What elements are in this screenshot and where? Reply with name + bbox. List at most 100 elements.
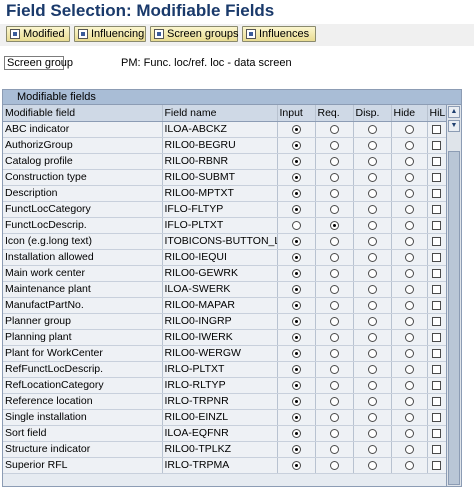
req-radio[interactable] — [329, 172, 339, 182]
hili-checkbox[interactable] — [432, 396, 441, 406]
hili-checkbox[interactable] — [432, 428, 441, 438]
hide-radio[interactable] — [404, 236, 414, 246]
hide-radio[interactable] — [404, 284, 414, 294]
hili-checkbox[interactable] — [432, 204, 441, 214]
input-radio[interactable] — [291, 444, 301, 454]
hili-checkbox[interactable] — [432, 444, 441, 454]
disp-radio[interactable] — [367, 380, 377, 390]
req-radio[interactable] — [329, 380, 339, 390]
hide-radio[interactable] — [404, 204, 414, 214]
influences-button[interactable]: Influences — [242, 26, 316, 42]
input-radio[interactable] — [291, 332, 301, 342]
hili-checkbox[interactable] — [432, 412, 441, 422]
req-radio[interactable] — [329, 236, 339, 246]
hili-checkbox[interactable] — [432, 300, 441, 310]
scroll-thumb[interactable] — [448, 151, 460, 485]
input-radio[interactable] — [291, 348, 301, 358]
disp-radio[interactable] — [367, 172, 377, 182]
input-radio[interactable] — [291, 188, 301, 198]
disp-radio[interactable] — [367, 412, 377, 422]
input-radio[interactable] — [291, 412, 301, 422]
scroll-down-icon[interactable]: ▼ — [448, 120, 460, 132]
disp-radio[interactable] — [367, 268, 377, 278]
hide-radio[interactable] — [404, 364, 414, 374]
input-radio[interactable] — [291, 140, 301, 150]
disp-radio[interactable] — [367, 316, 377, 326]
disp-radio[interactable] — [367, 364, 377, 374]
req-radio[interactable] — [329, 444, 339, 454]
req-radio[interactable] — [329, 188, 339, 198]
hide-radio[interactable] — [404, 268, 414, 278]
hide-radio[interactable] — [404, 348, 414, 358]
disp-radio[interactable] — [367, 188, 377, 198]
hide-radio[interactable] — [404, 156, 414, 166]
req-radio[interactable] — [329, 396, 339, 406]
hide-radio[interactable] — [404, 428, 414, 438]
req-radio[interactable] — [329, 140, 339, 150]
hide-radio[interactable] — [404, 124, 414, 134]
input-radio[interactable] — [291, 204, 301, 214]
input-radio[interactable] — [291, 316, 301, 326]
disp-radio[interactable] — [367, 460, 377, 470]
hide-radio[interactable] — [404, 220, 414, 230]
hide-radio[interactable] — [404, 188, 414, 198]
input-radio[interactable] — [291, 300, 301, 310]
disp-radio[interactable] — [367, 140, 377, 150]
hili-checkbox[interactable] — [432, 172, 441, 182]
modified-button[interactable]: Modified — [6, 26, 70, 42]
scroll-up-icon[interactable]: ▲ — [448, 106, 460, 118]
hili-checkbox[interactable] — [432, 332, 441, 342]
req-radio[interactable] — [329, 204, 339, 214]
hili-checkbox[interactable] — [432, 348, 441, 358]
req-radio[interactable] — [329, 332, 339, 342]
col-input[interactable]: Input — [277, 105, 316, 122]
disp-radio[interactable] — [367, 204, 377, 214]
input-radio[interactable] — [291, 124, 301, 134]
hili-checkbox[interactable] — [432, 236, 441, 246]
disp-radio[interactable] — [367, 444, 377, 454]
input-radio[interactable] — [291, 284, 301, 294]
req-radio[interactable] — [329, 460, 339, 470]
req-radio[interactable] — [329, 412, 339, 422]
hili-checkbox[interactable] — [432, 124, 441, 134]
hili-checkbox[interactable] — [432, 268, 441, 278]
hide-radio[interactable] — [404, 460, 414, 470]
hide-radio[interactable] — [404, 412, 414, 422]
disp-radio[interactable] — [367, 284, 377, 294]
input-radio[interactable] — [291, 380, 301, 390]
hili-checkbox[interactable] — [432, 156, 441, 166]
hide-radio[interactable] — [404, 172, 414, 182]
req-radio[interactable] — [329, 284, 339, 294]
input-radio[interactable] — [291, 428, 301, 438]
req-radio[interactable] — [329, 220, 339, 230]
hili-checkbox[interactable] — [432, 364, 441, 374]
col-disp[interactable]: Disp. — [353, 105, 392, 122]
req-radio[interactable] — [329, 124, 339, 134]
input-radio[interactable] — [291, 396, 301, 406]
hili-checkbox[interactable] — [432, 188, 441, 198]
hide-radio[interactable] — [404, 316, 414, 326]
screen-groups-button[interactable]: Screen groups — [150, 26, 239, 42]
col-hide[interactable]: Hide — [391, 105, 428, 122]
col-field-name[interactable]: Field name — [162, 105, 278, 122]
disp-radio[interactable] — [367, 252, 377, 262]
req-radio[interactable] — [329, 428, 339, 438]
hide-radio[interactable] — [404, 140, 414, 150]
input-radio[interactable] — [291, 252, 301, 262]
req-radio[interactable] — [329, 156, 339, 166]
disp-radio[interactable] — [367, 428, 377, 438]
req-radio[interactable] — [329, 316, 339, 326]
col-req[interactable]: Req. — [315, 105, 354, 122]
input-radio[interactable] — [291, 220, 301, 230]
hide-radio[interactable] — [404, 300, 414, 310]
hide-radio[interactable] — [404, 332, 414, 342]
disp-radio[interactable] — [367, 124, 377, 134]
req-radio[interactable] — [329, 252, 339, 262]
hili-checkbox[interactable] — [432, 460, 441, 470]
req-radio[interactable] — [329, 348, 339, 358]
hili-checkbox[interactable] — [432, 220, 441, 230]
col-modifiable-field[interactable]: Modifiable field — [3, 105, 163, 122]
req-radio[interactable] — [329, 268, 339, 278]
hide-radio[interactable] — [404, 252, 414, 262]
disp-radio[interactable] — [367, 156, 377, 166]
